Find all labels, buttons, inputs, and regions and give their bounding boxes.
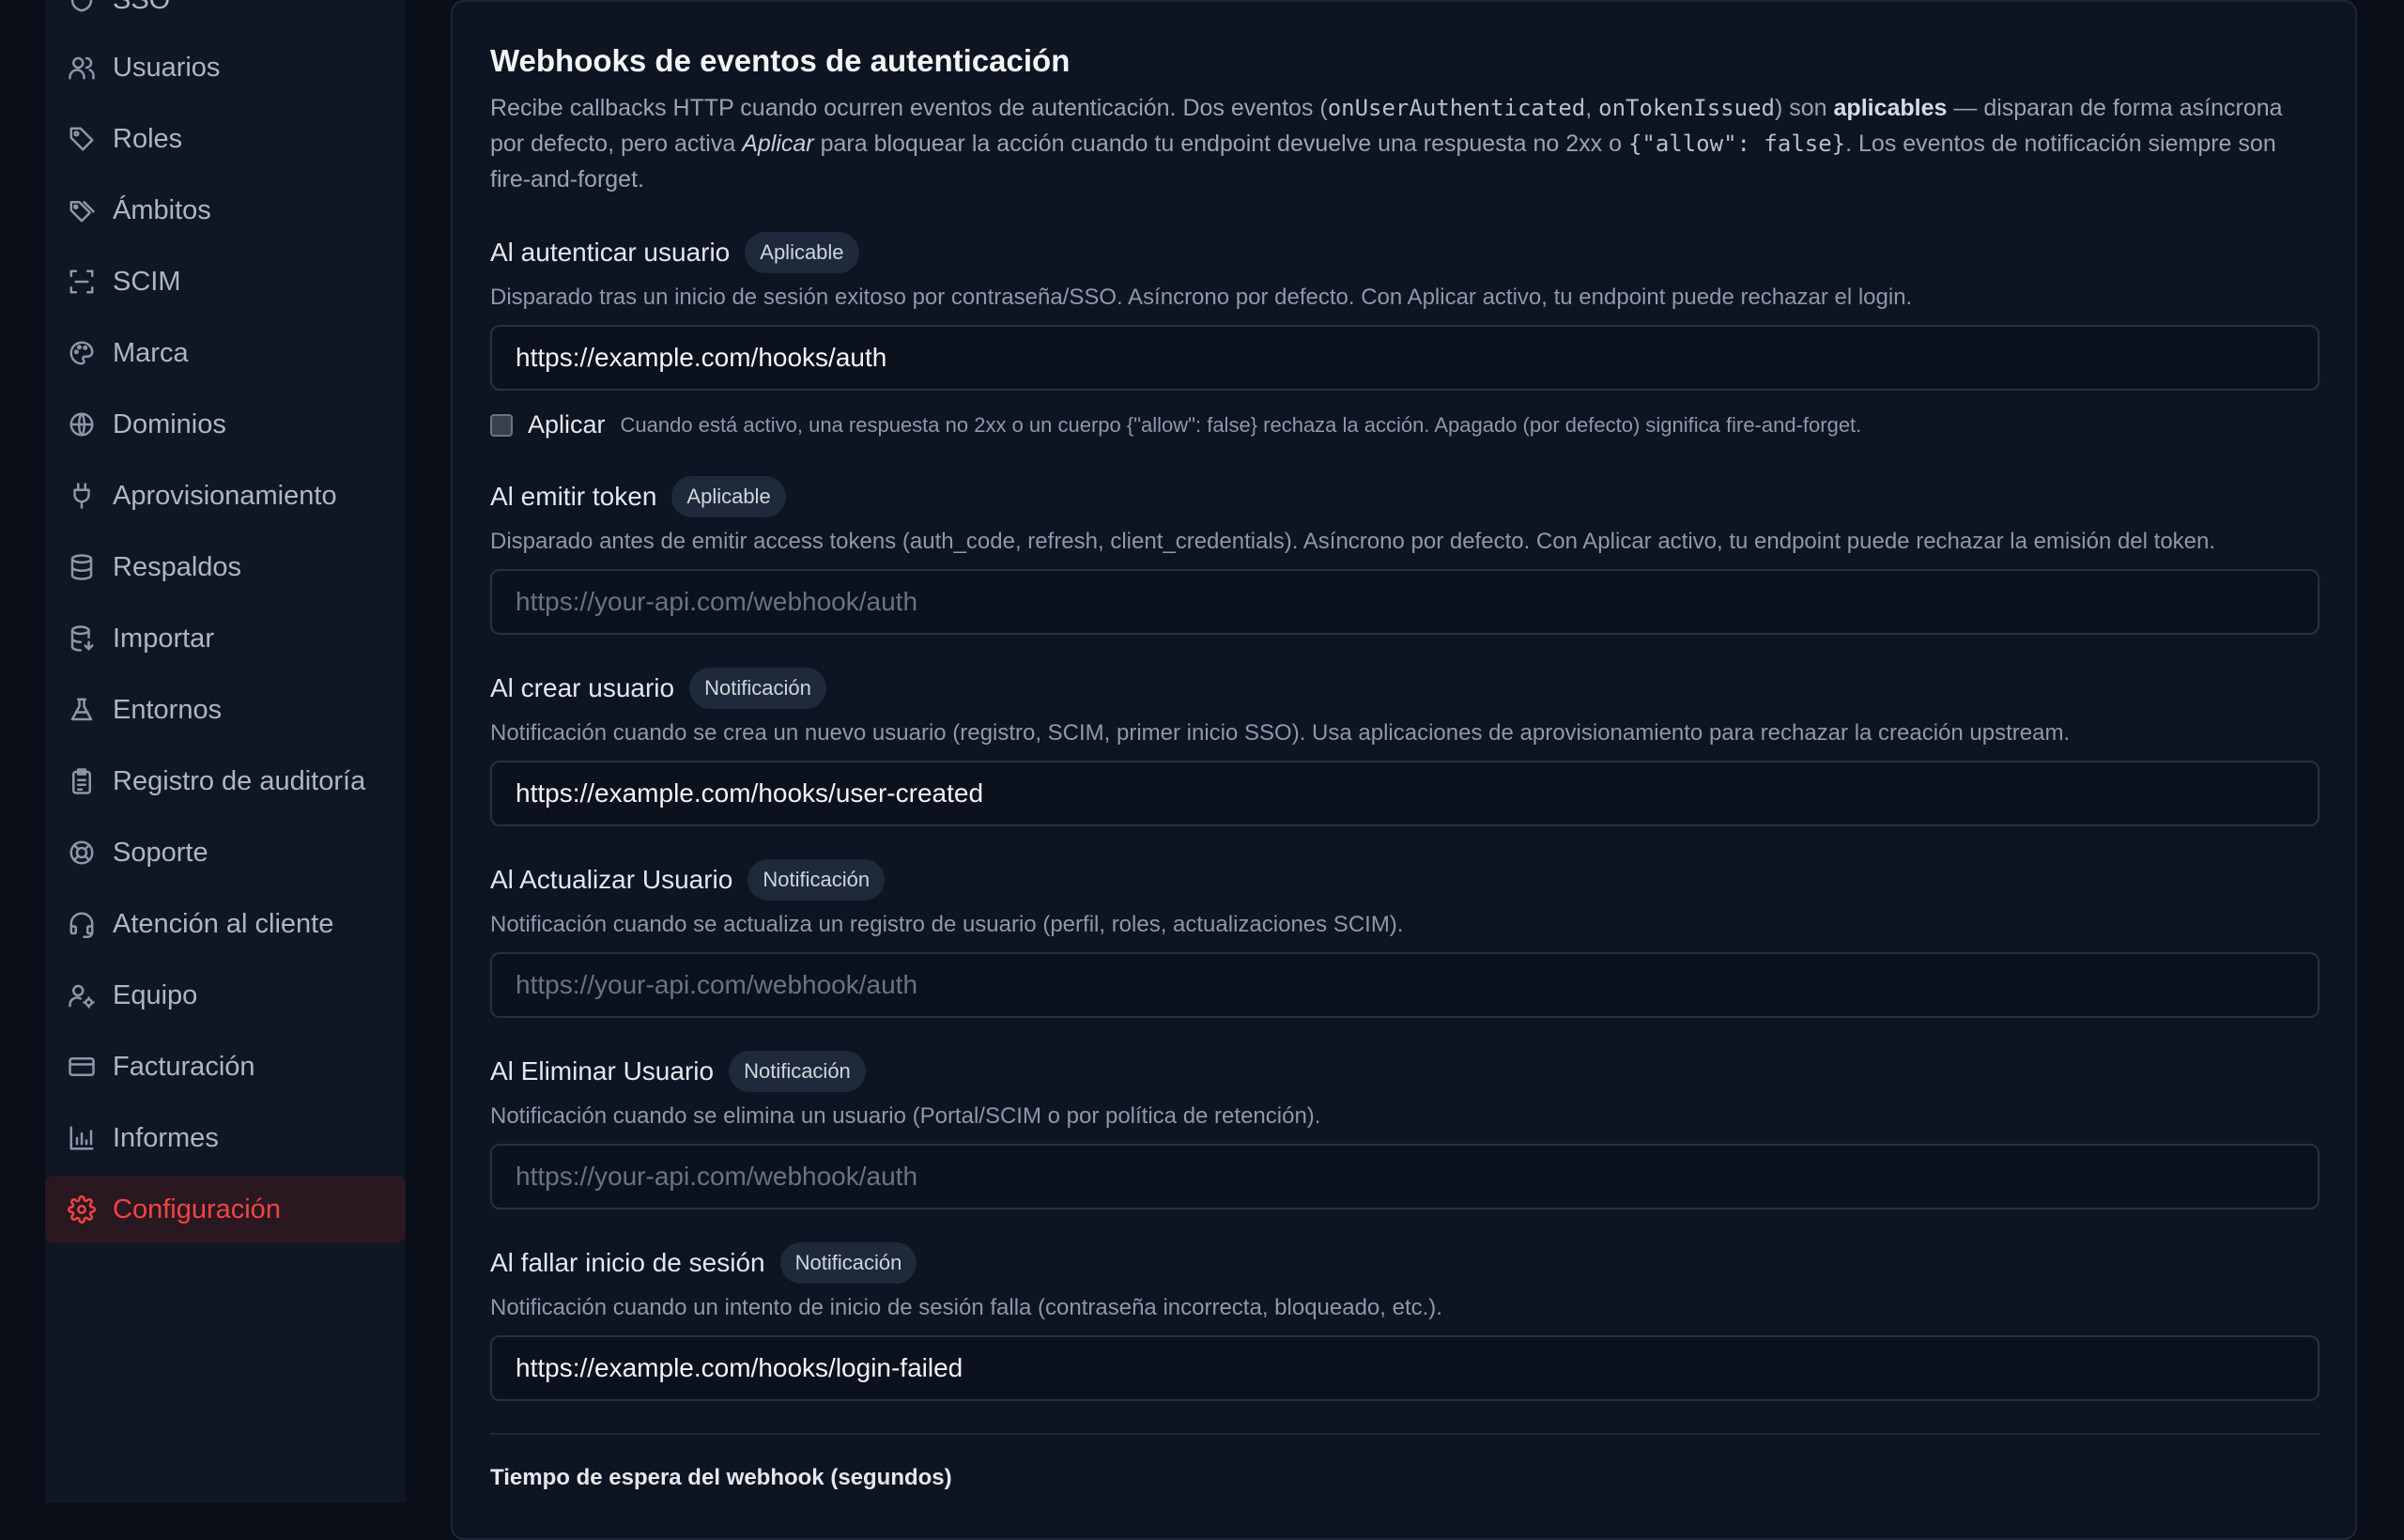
badge-notification: Notificación xyxy=(689,668,826,709)
sidebar-item-sso[interactable]: SSO xyxy=(45,0,406,34)
gear-icon xyxy=(67,1194,97,1224)
lifebuoy-icon xyxy=(67,838,97,868)
sidebar-item-respaldos[interactable]: Respaldos xyxy=(45,533,406,601)
sidebar-item-label: Informes xyxy=(113,1122,219,1153)
webhook-title-on-user-updated: Al Actualizar Usuario Notificación xyxy=(490,859,886,901)
globe-icon xyxy=(67,409,97,439)
sidebar-item-label: Importar xyxy=(113,623,214,654)
enforce-label[interactable]: Aplicar xyxy=(528,410,606,439)
sidebar-item-roles[interactable]: Roles xyxy=(45,105,406,173)
sidebar-item-equipo[interactable]: Equipo xyxy=(45,962,406,1029)
sidebar-item-label: Soporte xyxy=(113,837,208,868)
sidebar-item-scim[interactable]: SCIM xyxy=(45,248,406,316)
sidebar-item-label: Facturación xyxy=(113,1051,255,1082)
badge-enforceable: Aplicable xyxy=(745,232,859,273)
badge-notification: Notificación xyxy=(729,1051,866,1092)
bar-chart-icon xyxy=(67,1123,97,1153)
user-cog-icon xyxy=(67,980,97,1010)
webhook-desc: Notificación cuando se crea un nuevo usu… xyxy=(490,720,2071,746)
webhook-url-input-on-user-created[interactable]: https://example.com/hooks/user-created xyxy=(490,761,2319,826)
flask-icon xyxy=(67,695,97,725)
webhook-desc: Notificación cuando se actualiza un regi… xyxy=(490,912,1404,937)
sidebar-item-aprovisionamiento[interactable]: Aprovisionamiento xyxy=(45,462,406,530)
badge-notification: Notificación xyxy=(747,859,886,901)
sidebar-item-entornos[interactable]: Entornos xyxy=(45,676,406,744)
sidebar-item-configuracion[interactable]: Configuración xyxy=(45,1176,406,1243)
sidebar-item-atencion-cliente[interactable]: Atención al cliente xyxy=(45,890,406,958)
sidebar-item-informes[interactable]: Informes xyxy=(45,1104,406,1172)
sidebar-item-registro-auditoria[interactable]: Registro de auditoría xyxy=(45,747,406,815)
badge-enforceable: Aplicable xyxy=(671,476,786,517)
shield-icon xyxy=(67,0,97,15)
webhooks-intro: Recibe callbacks HTTP cuando ocurren eve… xyxy=(490,95,2283,192)
webhook-desc: Disparado tras un inicio de sesión exito… xyxy=(490,285,1913,310)
sidebar-item-usuarios[interactable]: Usuarios xyxy=(45,34,406,101)
sidebar-item-label: Roles xyxy=(113,123,183,154)
sidebar-item-soporte[interactable]: Soporte xyxy=(45,819,406,886)
sidebar-item-label: Ámbitos xyxy=(113,194,211,225)
sidebar-item-dominios[interactable]: Dominios xyxy=(45,391,406,458)
webhook-title-on-user-deleted: Al Eliminar Usuario Notificación xyxy=(490,1051,866,1092)
enforce-help-text: Cuando está activo, una respuesta no 2xx… xyxy=(620,412,1862,437)
webhook-desc: Notificación cuando se elimina un usuari… xyxy=(490,1103,1321,1129)
sidebar-item-label: Respaldos xyxy=(113,551,242,582)
plug-icon xyxy=(67,481,97,511)
sidebar-item-label: Entornos xyxy=(113,694,223,725)
sidebar-item-label: SSO xyxy=(113,0,170,16)
webhook-title-on-login-failed: Al fallar inicio de sesión Notificación xyxy=(490,1242,917,1284)
database-icon xyxy=(67,552,97,582)
sidebar-item-label: Configuración xyxy=(113,1194,281,1224)
sidebar-item-label: Usuarios xyxy=(113,52,221,83)
palette-icon xyxy=(67,338,97,368)
webhook-desc: Disparado antes de emitir access tokens … xyxy=(490,529,2216,554)
sidebar-item-facturacion[interactable]: Facturación xyxy=(45,1033,406,1101)
section-title: Webhooks de eventos de autenticación xyxy=(490,43,1071,78)
webhook-url-input-on-token-issued[interactable]: https://your-api.com/webhook/auth xyxy=(490,569,2319,635)
enforce-checkbox[interactable] xyxy=(490,413,513,437)
webhook-url-input-on-user-updated[interactable]: https://your-api.com/webhook/auth xyxy=(490,952,2319,1018)
webhook-title-on-token-issued: Al emitir token Aplicable xyxy=(490,476,786,517)
tags-icon xyxy=(67,195,97,225)
sidebar-item-label: Dominios xyxy=(113,408,226,439)
enforce-row: Aplicar Cuando está activo, una respuest… xyxy=(490,410,1861,439)
sidebar-item-marca[interactable]: Marca xyxy=(45,319,406,387)
webhook-desc: Notificación cuando un intento de inicio… xyxy=(490,1295,1442,1320)
clipboard-icon xyxy=(67,766,97,796)
sidebar-item-label: Atención al cliente xyxy=(113,908,334,939)
webhook-url-input-on-login-failed[interactable]: https://example.com/hooks/login-failed xyxy=(490,1335,2319,1401)
credit-card-icon xyxy=(67,1052,97,1082)
database-import-icon xyxy=(67,624,97,654)
webhook-url-input-on-user-authenticated[interactable]: https://example.com/hooks/auth xyxy=(490,325,2319,391)
sidebar-item-label: Equipo xyxy=(113,979,198,1010)
users-icon xyxy=(67,53,97,83)
sidebar: SSO Usuarios Roles Ámbitos SCIM Marca Do… xyxy=(45,0,406,1502)
webhook-timeout-label: Tiempo de espera del webhook (segundos) xyxy=(490,1465,952,1490)
webhook-title-on-user-created: Al crear usuario Notificación xyxy=(490,668,826,709)
divider xyxy=(490,1433,2319,1435)
sidebar-item-label: Aprovisionamiento xyxy=(113,480,337,511)
headset-icon xyxy=(67,909,97,939)
sidebar-item-label: Marca xyxy=(113,337,189,368)
sidebar-item-importar[interactable]: Importar xyxy=(45,605,406,672)
sidebar-item-label: Registro de auditoría xyxy=(113,765,366,796)
webhook-title-on-user-authenticated: Al autenticar usuario Aplicable xyxy=(490,232,859,273)
badge-notification: Notificación xyxy=(779,1242,917,1284)
webhook-url-input-on-user-deleted[interactable]: https://your-api.com/webhook/auth xyxy=(490,1144,2319,1209)
sidebar-item-ambitos[interactable]: Ámbitos xyxy=(45,177,406,244)
scan-icon xyxy=(67,267,97,297)
sidebar-item-label: SCIM xyxy=(113,266,181,297)
tag-icon xyxy=(67,124,97,154)
